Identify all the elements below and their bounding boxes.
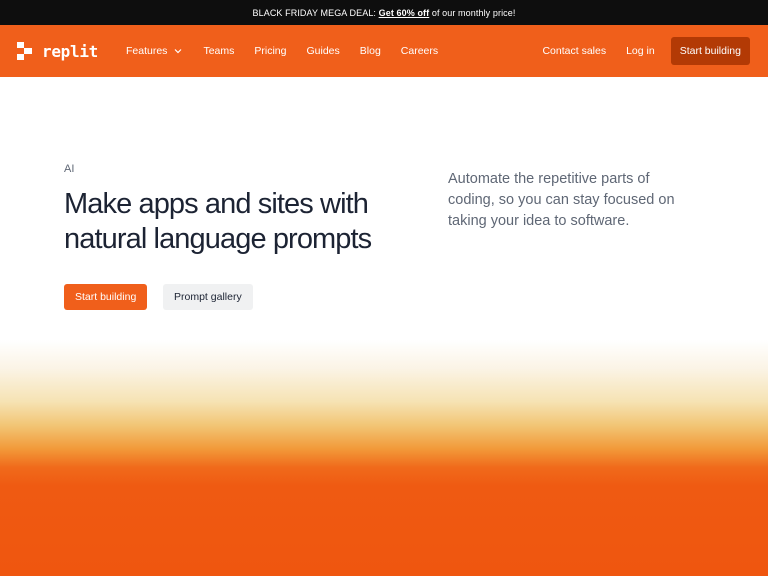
promo-link[interactable]: Get 60% off	[379, 8, 430, 18]
replit-logo-icon	[16, 41, 36, 61]
nav-actions: Contact sales Log in Start building	[532, 37, 750, 65]
logo-wordmark: replit	[42, 41, 98, 61]
prompt-gallery-button[interactable]: Prompt gallery	[163, 284, 253, 310]
nav-link-teams[interactable]: Teams	[193, 39, 244, 63]
nav-link-features[interactable]: Features	[116, 39, 193, 63]
hero-description: Automate the repetitive parts of coding,…	[448, 171, 675, 229]
promo-banner: BLACK FRIDAY MEGA DEAL: Get 60% off of o…	[0, 0, 768, 25]
nav-link-careers[interactable]: Careers	[391, 39, 448, 63]
promo-prefix: BLACK FRIDAY MEGA DEAL:	[252, 7, 379, 18]
nav-link-pricing[interactable]: Pricing	[244, 39, 296, 63]
chevron-down-icon	[175, 49, 182, 54]
start-building-nav-button[interactable]: Start building	[670, 37, 750, 65]
hero-eyebrow: AI	[64, 163, 75, 175]
contact-sales-link[interactable]: Contact sales	[532, 39, 616, 63]
login-link[interactable]: Log in	[616, 39, 665, 63]
replit-logo[interactable]: replit	[16, 41, 98, 61]
nav-link-label: Features	[126, 45, 168, 57]
hero-section: AI Make apps and sites with natural lang…	[0, 77, 768, 337]
hero-headline: Make apps and sites with natural languag…	[64, 188, 372, 255]
top-navigation: replit Features Teams Pricing Guides Blo…	[0, 25, 768, 77]
nav-link-blog[interactable]: Blog	[350, 39, 391, 63]
nav-links: Features Teams Pricing Guides Blog Caree…	[116, 39, 448, 63]
hero-gradient-background	[0, 340, 768, 576]
promo-suffix: of our monthly price!	[429, 7, 516, 18]
start-building-button[interactable]: Start building	[64, 284, 148, 310]
nav-link-guides[interactable]: Guides	[296, 39, 349, 63]
